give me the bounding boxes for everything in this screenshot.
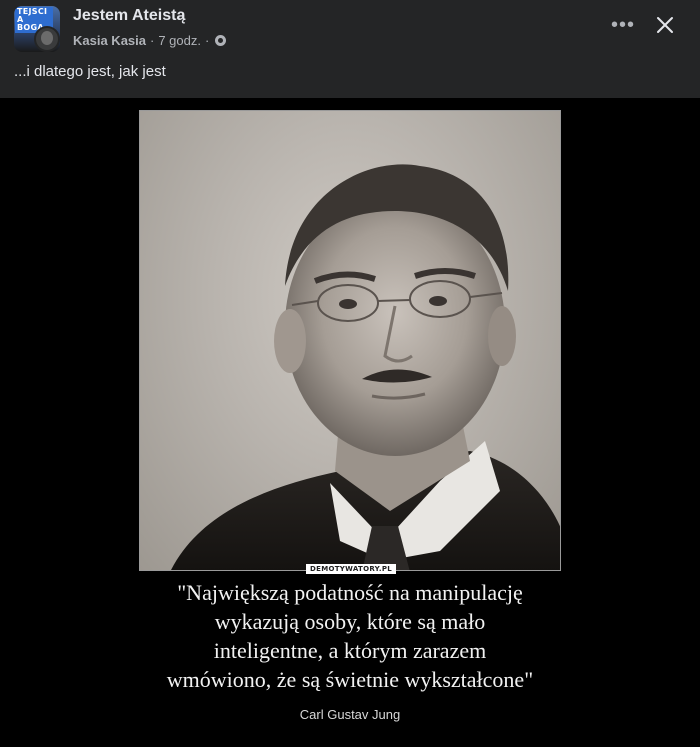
quote-author: Carl Gustav Jung (299, 707, 401, 722)
portrait-photo (139, 110, 561, 571)
quote-line: "Największą podatność na manipulację (177, 580, 523, 605)
author-name-link[interactable]: Kasia Kasia (73, 33, 146, 48)
meta-separator: · (150, 33, 155, 48)
portrait-illustration (171, 164, 560, 570)
group-name-link[interactable]: Jestem Ateistą (73, 7, 185, 25)
close-icon (657, 17, 673, 33)
more-options-button[interactable]: ••• (606, 8, 640, 42)
post-header: TEJSCI A BOGA Jestem Ateistą Kasia Kasia… (0, 0, 700, 98)
group-avatar[interactable]: TEJSCI A BOGA (14, 6, 60, 52)
quote-line: wmówiono, że są świetnie wykształcone" (166, 667, 534, 692)
post-timestamp[interactable]: 7 godz. (158, 33, 201, 48)
post-text: ...i dlatego jest, jak jest (14, 63, 166, 80)
quote-line: inteligentne, a którym zarazem (213, 638, 487, 663)
author-avatar[interactable] (34, 26, 60, 52)
post-meta: Kasia Kasia · 7 godz. · (73, 33, 227, 48)
quote-text: "Największą podatność na manipulację wyk… (100, 578, 600, 694)
quote-line: wykazują osoby, które są mało (214, 609, 486, 634)
close-button[interactable] (648, 8, 682, 42)
watermark-label: DEMOTYWATORY.PL (306, 564, 397, 574)
meta-separator: · (205, 33, 210, 48)
globe-icon (215, 35, 227, 46)
post-image[interactable]: DEMOTYWATORY.PL "Największą podatność na… (0, 98, 700, 747)
